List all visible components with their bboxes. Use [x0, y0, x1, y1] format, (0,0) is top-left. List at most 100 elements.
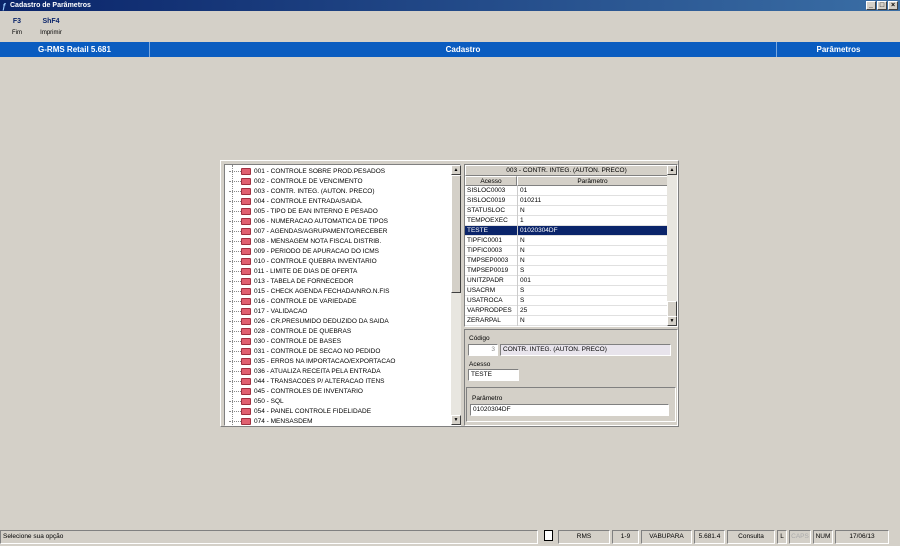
tree-item[interactable]: 074 - MENSASDEM	[229, 417, 313, 427]
cell-acesso: USACRM	[467, 287, 496, 294]
folder-icon	[241, 387, 251, 395]
tree-item[interactable]: 007 - AGENDAS/AGRUPAMENTO/RECEBER	[229, 227, 387, 237]
tree-connector	[229, 350, 241, 352]
tree-item[interactable]: 036 - ATUALIZA RECEITA PELA ENTRADA	[229, 367, 381, 377]
tree-item[interactable]: 015 - CHECK AGENDA FECHADA/NRO.N.FIS	[229, 287, 389, 297]
tree-connector	[229, 290, 241, 292]
folder-icon	[241, 417, 251, 425]
tree-connector	[229, 270, 241, 272]
tree-item-label: 004 - CONTROLE ENTRADA/SAIDA.	[254, 198, 363, 205]
tree-item[interactable]: 054 - PAINEL CONTROLE FIDELIDADE	[229, 407, 371, 417]
parametro-label: Parâmetro	[472, 395, 503, 402]
tree-item[interactable]: 002 - CONTROLE DE VENCIMENTO	[229, 177, 363, 187]
cell-parametro: 010211	[517, 196, 541, 206]
cell-parametro: 001	[517, 276, 531, 286]
tree-connector	[229, 320, 241, 322]
tree-item[interactable]: 009 - PERIODO DE APURACAO DO ICMS	[229, 247, 379, 257]
grid-row[interactable]: STATUSLOC N	[465, 206, 668, 216]
tree-item[interactable]: 005 - TIPO DE EAN INTERNO E PESADO	[229, 207, 378, 217]
tree-connector	[229, 410, 241, 412]
tree-item[interactable]: 006 - NUMERACAO AUTOMATICA DE TIPOS	[229, 217, 388, 227]
folder-icon	[241, 167, 251, 175]
grid-row[interactable]: USATROCA S	[465, 296, 668, 306]
tree-item[interactable]: 050 - SQL	[229, 397, 284, 407]
scroll-thumb[interactable]	[451, 175, 461, 293]
header-module: Cadastro	[150, 42, 777, 57]
tree-item[interactable]: 011 - LIMITE DE DIAS DE OFERTA	[229, 267, 357, 277]
codigo-input[interactable]: 3	[468, 344, 498, 356]
column-header-parametro[interactable]: Parâmetro	[517, 176, 668, 186]
parametro-input[interactable]: 01020304DF	[470, 404, 669, 416]
status-bar: Selecione sua opção RMS 1-9 VABUPARA 5.6…	[0, 528, 900, 546]
folder-icon	[241, 367, 251, 375]
acesso-input[interactable]: TESTE	[468, 369, 519, 381]
grid-row[interactable]: TESTE 01020304DF	[465, 226, 668, 236]
cell-acesso: TIPFIC0003	[467, 247, 503, 254]
toolbar-button-fim[interactable]: F3 Fim	[2, 18, 32, 36]
tree-scrollbar[interactable]: ▲ ▼	[451, 165, 461, 425]
tree-item-label: 028 - CONTROLE DE QUEBRAS	[254, 328, 352, 335]
folder-icon	[241, 247, 251, 255]
cell-parametro: N	[517, 246, 525, 256]
cell-acesso: TMPSEP0019	[467, 267, 509, 274]
grid-row[interactable]: TIPFIC0001 N	[465, 236, 668, 246]
scroll-up-icon[interactable]: ▲	[667, 165, 677, 175]
tree-connector	[229, 260, 241, 262]
grid-row[interactable]: VARPRODPES 25	[465, 306, 668, 316]
tree-item-label: 003 - CONTR. INTEG. (AUTON. PRECO)	[254, 188, 375, 195]
tree-connector	[229, 250, 241, 252]
close-button[interactable]: ×	[888, 1, 898, 10]
app-icon: ƒ	[2, 2, 7, 11]
minimize-button[interactable]: _	[866, 1, 876, 10]
grid-row[interactable]: TMPSEP0019 S	[465, 266, 668, 276]
folder-icon	[241, 207, 251, 215]
tree-item[interactable]: 031 - CONTROLE DE SECAO NO PEDIDO	[229, 347, 380, 357]
parameter-tree[interactable]: 001 - CONTROLE SOBRE PROD.PESADOS 002 - C…	[224, 164, 461, 426]
column-header-acesso[interactable]: Acesso	[465, 176, 517, 186]
tree-item[interactable]: 016 - CONTROLE DE VARIEDADE	[229, 297, 356, 307]
tree-item[interactable]: 044 - TRANSACOES P/ ALTERACAO ITENS	[229, 377, 385, 387]
tree-connector	[229, 360, 241, 362]
scroll-down-icon[interactable]: ▼	[451, 415, 461, 425]
tree-item[interactable]: 045 - CONTROLES DE INVENTARIO	[229, 387, 363, 397]
folder-icon	[241, 327, 251, 335]
tree-connector	[229, 400, 241, 402]
grid-row[interactable]: TIPFIC0003 N	[465, 246, 668, 256]
tree-item[interactable]: 010 - CONTROLE QUEBRA INVENTARIO	[229, 257, 377, 267]
tree-connector	[229, 330, 241, 332]
parameter-grid[interactable]: 003 - CONTR. INTEG. (AUTON. PRECO) Acess…	[464, 164, 678, 327]
tree-item[interactable]: 028 - CONTROLE DE QUEBRAS	[229, 327, 351, 337]
grid-row[interactable]: ZERARPAL N	[465, 316, 668, 326]
tree-item[interactable]: 026 - CR.PRESUMIDO DEDUZIDO DA SAIDA	[229, 317, 389, 327]
grid-row[interactable]: UNITZPADR 001	[465, 276, 668, 286]
folder-icon	[241, 297, 251, 305]
toolbar-button-imprimir[interactable]: ShF4 Imprimir	[36, 18, 66, 36]
tree-connector	[229, 190, 241, 192]
scroll-down-icon[interactable]: ▼	[667, 316, 677, 326]
tree-item[interactable]: 008 - MENSAGEM NOTA FISCAL DISTRIB.	[229, 237, 381, 247]
tree-item[interactable]: 004 - CONTROLE ENTRADA/SAIDA.	[229, 197, 363, 207]
cell-parametro: 1	[517, 216, 524, 226]
toolbar-label: Imprimir	[40, 30, 62, 36]
tree-item[interactable]: 035 - ERROS NA IMPORTACAO/EXPORTACAO	[229, 357, 395, 367]
grid-scrollbar[interactable]: ▲ ▼	[667, 165, 677, 326]
status-message: Selecione sua opção	[0, 530, 538, 544]
maximize-button[interactable]: □	[877, 1, 887, 10]
tree-item-label: 015 - CHECK AGENDA FECHADA/NRO.N.FIS	[254, 288, 390, 295]
scroll-thumb[interactable]	[667, 301, 677, 317]
tree-item[interactable]: 017 - VALIDACAO	[229, 307, 307, 317]
grid-row[interactable]: TMPSEP0003 N	[465, 256, 668, 266]
grid-row[interactable]: USACRM S	[465, 286, 668, 296]
tree-item[interactable]: 030 - CONTROLE DE BASES	[229, 337, 341, 347]
tree-item-label: 074 - MENSASDEM	[254, 418, 313, 425]
cell-parametro: N	[517, 256, 525, 266]
scroll-up-icon[interactable]: ▲	[451, 165, 461, 175]
tree-item-label: 008 - MENSAGEM NOTA FISCAL DISTRIB.	[254, 238, 382, 245]
tree-item[interactable]: 013 - TABELA DE FORNECEDOR	[229, 277, 353, 287]
tree-item[interactable]: 003 - CONTR. INTEG. (AUTON. PRECO)	[229, 187, 375, 197]
grid-row[interactable]: SISLOC0003 01	[465, 186, 668, 196]
grid-row[interactable]: SISLOC0019 010211	[465, 196, 668, 206]
tree-item[interactable]: 001 - CONTROLE SOBRE PROD.PESADOS	[229, 167, 385, 177]
window-title: Cadastro de Parâmetros	[10, 2, 91, 9]
grid-row[interactable]: TEMPOEXEC 1	[465, 216, 668, 226]
